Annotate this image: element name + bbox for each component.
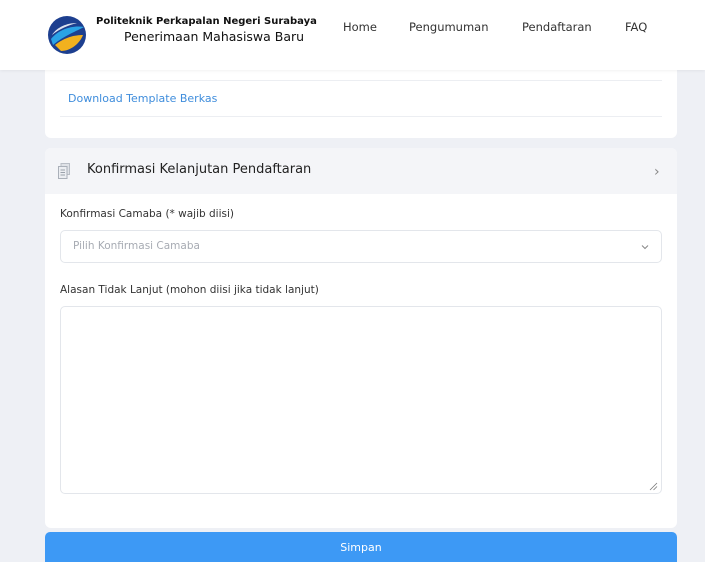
confirm-label: Konfirmasi Camaba (* wajib diisi)	[60, 208, 234, 220]
nav-faq[interactable]: FAQ	[625, 20, 647, 34]
reason-label: Alasan Tidak Lanjut (mohon diisi jika ti…	[60, 284, 319, 296]
confirm-select-placeholder: Pilih Konfirmasi Camaba	[73, 240, 200, 252]
top-navbar: Politeknik Perkapalan Negeri Surabaya Pe…	[0, 0, 705, 70]
page: Politeknik Perkapalan Negeri Surabaya Pe…	[0, 0, 705, 562]
confirmation-card: Konfirmasi Kelanjutan Pendaftaran › Konf…	[45, 148, 677, 528]
chevron-down-icon	[641, 245, 649, 250]
confirm-select[interactable]: Pilih Konfirmasi Camaba	[60, 230, 662, 263]
resize-grip-icon[interactable]	[649, 482, 658, 491]
section-title: Konfirmasi Kelanjutan Pendaftaran	[87, 162, 312, 177]
documents-card: Download Template Berkas	[45, 60, 677, 138]
site-subtitle: Penerimaan Mahasiswa Baru	[124, 29, 305, 44]
institution-name: Politeknik Perkapalan Negeri Surabaya	[96, 16, 317, 27]
download-template-link[interactable]: Download Template Berkas	[68, 92, 217, 105]
confirmation-section-header[interactable]: Konfirmasi Kelanjutan Pendaftaran ›	[45, 148, 677, 194]
document-icon	[58, 163, 70, 179]
reason-textarea[interactable]	[60, 306, 662, 494]
nav-pendaftaran[interactable]: Pendaftaran	[522, 20, 592, 34]
logo-icon[interactable]	[47, 15, 87, 55]
chevron-right-icon[interactable]: ›	[654, 164, 660, 180]
nav-home[interactable]: Home	[343, 20, 377, 34]
save-button[interactable]: Simpan	[45, 532, 677, 562]
divider	[60, 80, 662, 81]
divider	[60, 116, 662, 117]
nav-pengumuman[interactable]: Pengumuman	[409, 20, 489, 34]
